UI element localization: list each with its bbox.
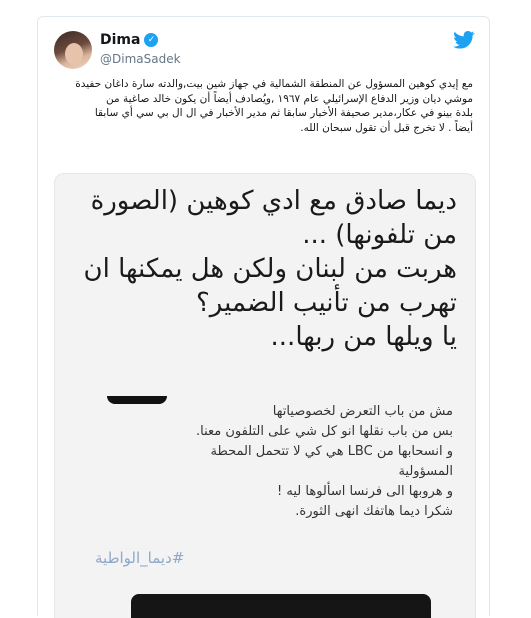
- media-headline: ديما صادق مع ادي كوهين (الصورة من تلفونه…: [61, 184, 457, 354]
- tweet-line: بلدة بينو في عكار،مدير صحيفة الأخبار ساب…: [94, 107, 473, 119]
- display-name[interactable]: Dima: [100, 32, 140, 48]
- media-body-line: و هروبها الى فرنسا اسألوها ليه !: [277, 484, 453, 499]
- tweet-media-image[interactable]: ديما صادق مع ادي كوهين (الصورة من تلفونه…: [54, 173, 476, 618]
- avatar[interactable]: [54, 31, 92, 69]
- media-body-line: بس من باب نقلها انو كل شي على التلفون مع…: [195, 424, 453, 439]
- tweet-line: موشي ديان وزير الدفاع الإسرائيلي عام ١٩٦…: [106, 92, 473, 105]
- headline-line: تهرب من تأنيب الضمير؟: [195, 288, 457, 318]
- hashtag[interactable]: #ديما_الواطية: [95, 549, 184, 567]
- media-body-line: مش من باب التعرض لخصوصياتها: [272, 404, 453, 419]
- tweet-line: أيضاً . لا تخرج قبل أن تقول سبحان الله.: [300, 121, 473, 134]
- embedded-photo-edge: [131, 594, 431, 618]
- media-body-line: المسؤولية: [398, 464, 453, 479]
- headline-line: من تلفونها) ...: [302, 220, 457, 250]
- media-body-line: شكرا ديما هاتفك انهى الثورة.: [295, 504, 453, 519]
- tweet-text: مع إيدي كوهين المسؤول عن المنطقة الشمالي…: [54, 77, 473, 135]
- headline-line: يا ويلها من ربها...: [270, 322, 457, 352]
- media-body: مش من باب التعرض لخصوصياتها بس من باب نق…: [93, 402, 453, 522]
- media-body-line: و انسحابها من LBC هي كي لا تتحمل المحطة: [210, 444, 453, 459]
- headline-line: ديما صادق مع ادي كوهين (الصورة: [90, 186, 457, 216]
- headline-line: هربت من لبنان ولكن هل يمكنها ان: [83, 254, 457, 284]
- handle[interactable]: @DimaSadek: [100, 52, 181, 66]
- twitter-bird-icon[interactable]: [453, 31, 475, 49]
- tweet-card: Dima ✓ @DimaSadek مع إيدي كوهين المسؤول …: [37, 16, 490, 618]
- verified-badge-icon: ✓: [144, 33, 159, 47]
- author-name-row: Dima ✓: [100, 32, 159, 48]
- tweet-line: مع إيدي كوهين المسؤول عن المنطقة الشمالي…: [75, 78, 473, 90]
